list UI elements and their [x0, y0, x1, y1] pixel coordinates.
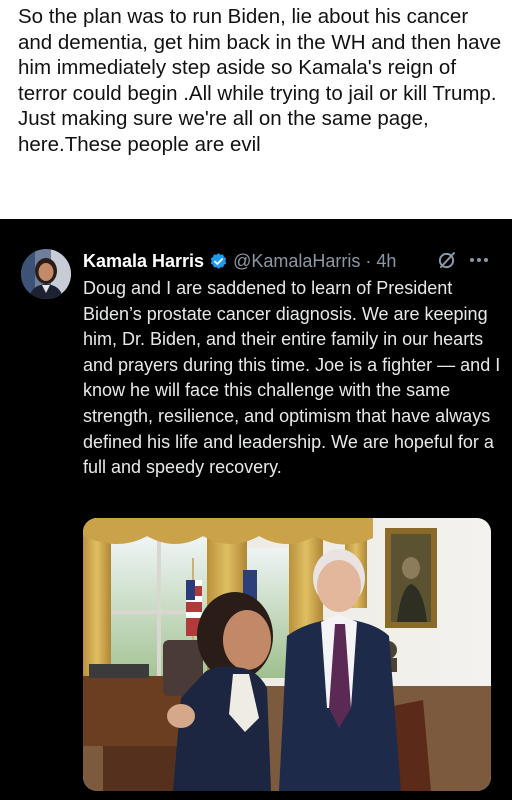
- caption-paragraph-1: So the plan was to run Biden, lie about …: [18, 5, 502, 105]
- tweet-header: Kamala Harris @KamalaHarris · 4h: [83, 248, 396, 274]
- author-handle[interactable]: @KamalaHarris: [233, 251, 360, 272]
- author-name[interactable]: Kamala Harris: [83, 251, 204, 272]
- more-options-icon[interactable]: [468, 252, 490, 268]
- grok-icon[interactable]: [437, 250, 457, 270]
- header-separator: ·: [365, 250, 372, 271]
- tweet-photo[interactable]: [83, 518, 491, 791]
- tweet-timestamp[interactable]: 4h: [376, 251, 396, 272]
- post-caption: So the plan was to run Biden, lie about …: [18, 4, 504, 158]
- embedded-tweet[interactable]: Kamala Harris @KamalaHarris · 4h Doug an…: [0, 219, 512, 800]
- author-avatar[interactable]: [21, 249, 71, 299]
- verified-badge-icon: [210, 252, 227, 269]
- caption-paragraph-2: Just making sure we're all on the same p…: [18, 107, 429, 156]
- tweet-text: Doug and I are saddened to learn of Pres…: [83, 278, 501, 478]
